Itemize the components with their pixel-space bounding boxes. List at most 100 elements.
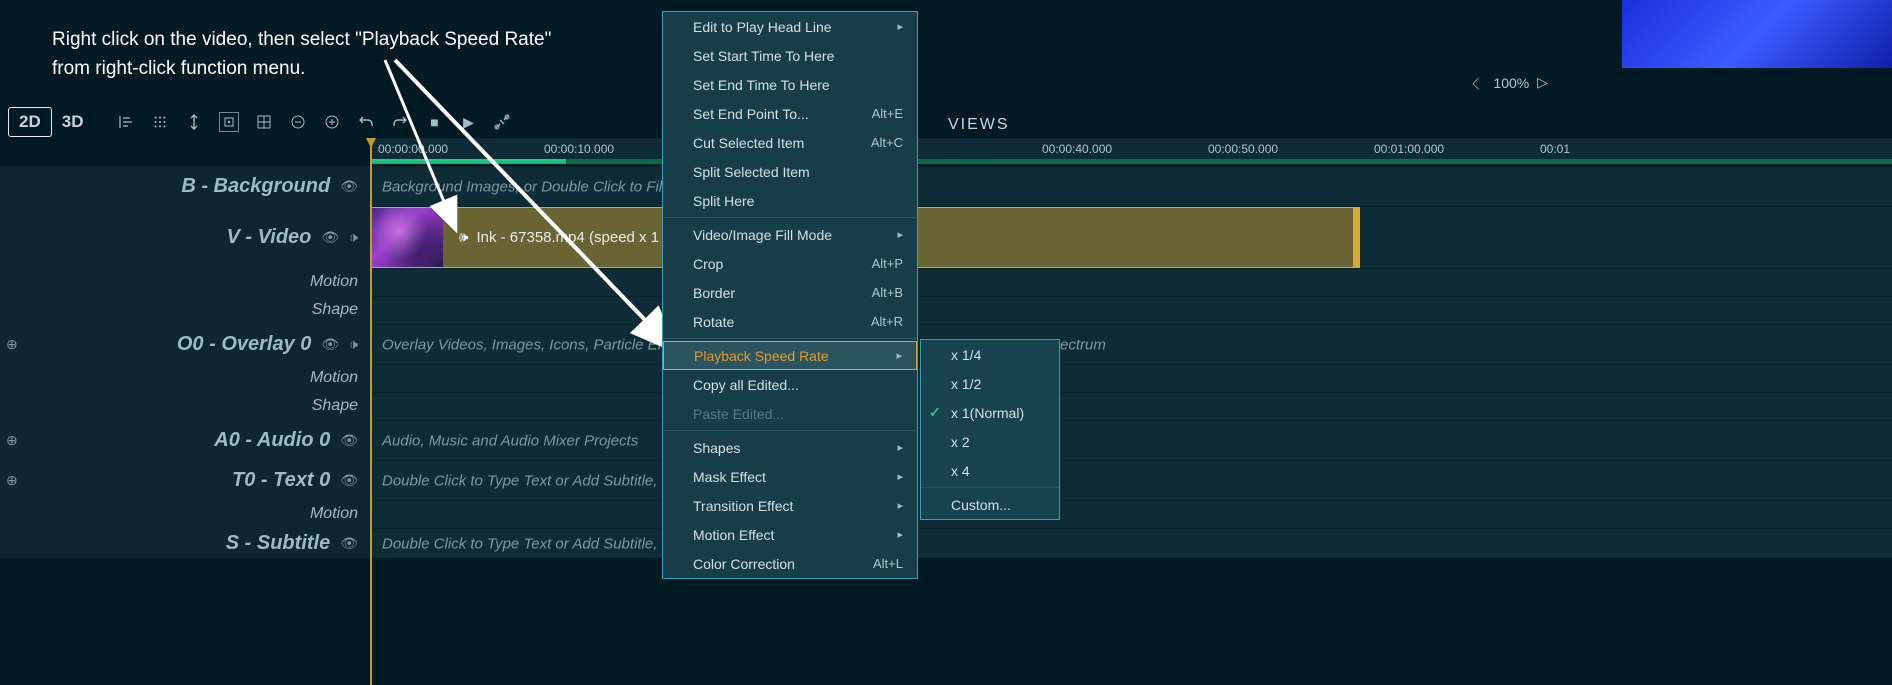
- track-placeholder: Double Click to Type Text or Add Subtitl…: [382, 535, 693, 552]
- speed-option-x-4[interactable]: x 4: [921, 456, 1059, 485]
- stop-icon[interactable]: ■: [425, 113, 443, 131]
- link-icon[interactable]: [493, 113, 511, 131]
- updown-icon[interactable]: [185, 113, 203, 131]
- track-background: B - Background 👁 Background Images, or D…: [0, 166, 1892, 206]
- menu-item-crop[interactable]: CropAlt+P: [663, 249, 917, 278]
- track-text-content[interactable]: Double Click to Type Text or Add Subtitl…: [370, 460, 1892, 500]
- menu-item-split-here[interactable]: Split Here: [663, 186, 917, 215]
- track-placeholder: Overlay Videos, Images, Icons, Particle …: [382, 336, 690, 353]
- zoom-level[interactable]: 100%: [1493, 75, 1529, 91]
- ruler-tick: 00:00:00.000: [378, 142, 448, 156]
- sub-shape-label: Shape: [312, 397, 358, 415]
- track-video-shape: Shape: [0, 296, 1892, 324]
- track-video: V - Video 👁 🕩 🕪Ink - 67358.mp4 (speed x …: [0, 206, 1892, 268]
- play-preview-icon[interactable]: ▷: [1537, 74, 1548, 91]
- redo-icon[interactable]: [391, 113, 409, 131]
- eye-icon[interactable]: 👁: [340, 472, 358, 489]
- track-overlay-content[interactable]: Overlay Videos, Images, Icons, Particle …: [370, 324, 1892, 364]
- menu-item-mask-effect[interactable]: Mask Effect▸: [663, 462, 917, 491]
- timeline-ruler[interactable]: 00:00:00.000 00:00:10.000 00:00:40.000 00:0…: [370, 138, 1892, 164]
- menu-item-edit-to-play-head-line[interactable]: Edit to Play Head Line▸: [663, 12, 917, 41]
- menu-item-motion-effect[interactable]: Motion Effect▸: [663, 520, 917, 549]
- track-placeholder: Audio, Music and Audio Mixer Projects: [382, 432, 638, 449]
- menu-item-paste-edited-: Paste Edited...: [663, 399, 917, 428]
- track-background-content[interactable]: Background Images, or Double Click to Fi…: [370, 166, 1892, 206]
- track-text-title: T0 - Text 0: [232, 469, 330, 492]
- track-text-motion-content[interactable]: [370, 500, 1892, 528]
- menu-item-set-end-point-to-[interactable]: Set End Point To...Alt+E: [663, 99, 917, 128]
- clip-filename: Ink - 67358.mp4 (speed x 1: [476, 229, 659, 246]
- track-overlay-motion-content[interactable]: [370, 364, 1892, 392]
- plus-icon[interactable]: ⊕: [6, 472, 18, 489]
- preview-controls: ∟ 100% ▷: [1472, 74, 1548, 91]
- menu-item-set-end-time-to-here[interactable]: Set End Time To Here: [663, 70, 917, 99]
- menu-item-color-correction[interactable]: Color CorrectionAlt+L: [663, 549, 917, 578]
- speed-option-x-1-2[interactable]: x 1/2: [921, 369, 1059, 398]
- menu-item-playback-speed-rate[interactable]: Playback Speed Rate▸: [663, 341, 917, 370]
- ruler-tick: 00:01:00.000: [1374, 142, 1444, 156]
- menu-item-shapes[interactable]: Shapes▸: [663, 433, 917, 462]
- speed-option-x-2[interactable]: x 2: [921, 427, 1059, 456]
- menu-item-transition-effect[interactable]: Transition Effect▸: [663, 491, 917, 520]
- speed-option-custom-[interactable]: Custom...: [921, 490, 1059, 519]
- audio-icon[interactable]: 🕩: [349, 229, 358, 246]
- clip-end-handle[interactable]: [1353, 208, 1359, 267]
- sub-motion-label: Motion: [310, 369, 358, 387]
- tab-3d[interactable]: 3D: [52, 108, 94, 136]
- eye-icon[interactable]: 👁: [321, 336, 339, 353]
- grid-plane-icon[interactable]: [255, 113, 273, 131]
- play-icon[interactable]: ▶: [459, 113, 477, 131]
- align-left-icon[interactable]: [117, 113, 135, 131]
- eye-icon[interactable]: 👁: [321, 229, 339, 246]
- circle-plus-icon[interactable]: [323, 113, 341, 131]
- track-video-shape-content[interactable]: [370, 296, 1892, 324]
- track-placeholder: Double Click to Type Text or Add Subtitl…: [382, 472, 693, 489]
- circle-minus-icon[interactable]: [289, 113, 307, 131]
- audio-icon[interactable]: 🕩: [349, 336, 358, 353]
- menu-item-copy-all-edited-[interactable]: Copy all Edited...: [663, 370, 917, 399]
- tab-2d[interactable]: 2D: [8, 107, 52, 137]
- ruler-tick: 00:01: [1540, 142, 1570, 156]
- square-dot-icon[interactable]: [219, 112, 239, 132]
- toolbar: 2D 3D ■ ▶: [0, 104, 1892, 140]
- menu-item-rotate[interactable]: RotateAlt+R: [663, 307, 917, 336]
- track-overlay-title: O0 - Overlay 0: [177, 333, 312, 356]
- menu-item-set-start-time-to-here[interactable]: Set Start Time To Here: [663, 41, 917, 70]
- instruction-text: Right click on the video, then select "P…: [52, 26, 551, 83]
- plus-icon[interactable]: ⊕: [6, 336, 18, 353]
- ruler-tick: 00:00:10.000: [544, 142, 614, 156]
- track-video-motion-content[interactable]: [370, 268, 1892, 296]
- plus-icon[interactable]: ⊕: [6, 432, 18, 449]
- sub-motion-label: Motion: [310, 505, 358, 523]
- clip-thumbnail: [371, 208, 443, 267]
- audio-small-icon: 🕪: [459, 229, 468, 246]
- menu-item-cut-selected-item[interactable]: Cut Selected ItemAlt+C: [663, 128, 917, 157]
- speed-option-x-1-4[interactable]: x 1/4: [921, 340, 1059, 369]
- preview-thumbnail: [1622, 0, 1892, 68]
- eye-icon[interactable]: 👁: [340, 535, 358, 552]
- track-overlay-shape-content[interactable]: [370, 392, 1892, 420]
- views-label: VIEWS: [948, 116, 1010, 134]
- track-subtitle: S - Subtitle 👁 Double Click to Type Text…: [0, 528, 1892, 558]
- undo-icon[interactable]: [357, 113, 375, 131]
- sub-motion-label: Motion: [310, 273, 358, 291]
- track-background-title: B - Background: [181, 175, 330, 198]
- track-placeholder: Background Images, or Double Click to Fi…: [382, 178, 696, 195]
- track-video-motion: Motion: [0, 268, 1892, 296]
- grid-icon[interactable]: [151, 113, 169, 131]
- track-audio-content[interactable]: Audio, Music and Audio Mixer Projects: [370, 420, 1892, 460]
- menu-item-border[interactable]: BorderAlt+B: [663, 278, 917, 307]
- speed-option-x-1-normal-[interactable]: ✓x 1(Normal): [921, 398, 1059, 427]
- playhead[interactable]: [370, 138, 372, 685]
- ruler-tick: 00:00:40.000: [1042, 142, 1112, 156]
- track-subtitle-title: S - Subtitle: [226, 532, 330, 555]
- ruler-tick: 00:00:50.000: [1208, 142, 1278, 156]
- track-subtitle-content[interactable]: Double Click to Type Text or Add Subtitl…: [370, 528, 1892, 558]
- eye-icon[interactable]: 👁: [340, 432, 358, 449]
- menu-item-split-selected-item[interactable]: Split Selected Item: [663, 157, 917, 186]
- eye-icon[interactable]: 👁: [340, 178, 358, 195]
- context-menu: Edit to Play Head Line▸Set Start Time To…: [662, 11, 918, 579]
- track-video-content[interactable]: 🕪 Ink - 67358.mp4 (speed x 1: [370, 206, 1892, 268]
- menu-item-video-image-fill-mode[interactable]: Video/Image Fill Mode▸: [663, 220, 917, 249]
- fullscreen-corner-icon[interactable]: ∟: [1468, 72, 1489, 93]
